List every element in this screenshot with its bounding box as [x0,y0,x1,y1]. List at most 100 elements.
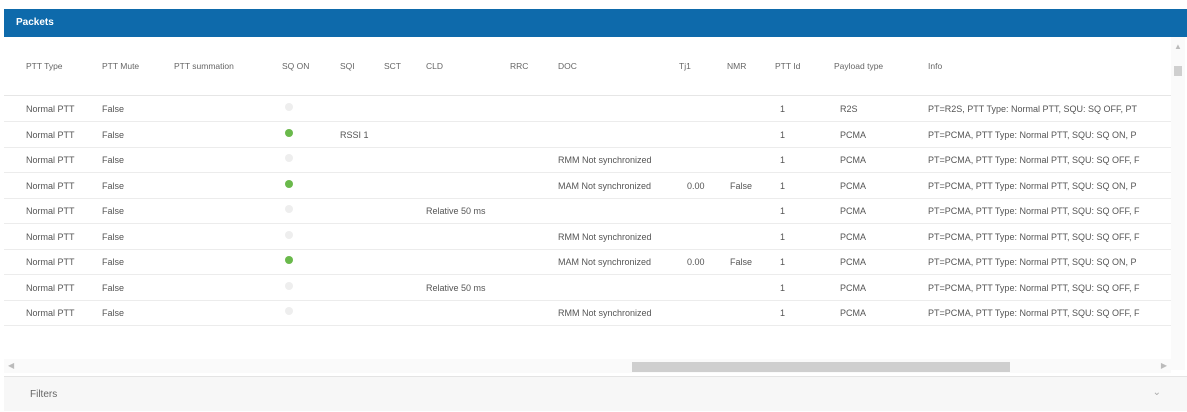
cell-payload-type: PCMA [840,180,867,191]
col-header-sqi[interactable]: SQI [340,61,355,71]
col-header-sct[interactable]: SCT [384,61,401,71]
sq-on-indicator-icon [285,179,293,188]
cell-doc: RMM Not synchronized [558,155,652,165]
cell-tj1: 0.00 [687,257,705,267]
col-header-ptt-summation[interactable]: PTT summation [174,61,234,71]
cell-info: PT=R2S, PTT Type: Normal PTT, SQU: SQ OF… [928,104,1137,114]
table-row[interactable]: Normal PTT False 1 R2S PT=R2S, PTT Type: Nor… [4,96,1174,122]
cell-ptt-id: 1 [780,180,786,191]
cell-info: PT=PCMA, PTT Type: Normal PTT, SQU: SQ O… [928,257,1137,267]
chevron-right-icon[interactable]: ▶ [1161,361,1167,370]
cell-payload-type: PCMA [840,308,867,318]
cell-tj1: 0.00 [687,180,705,191]
cell-ptt-mute: False [102,206,125,216]
col-header-payload-type[interactable]: Payload type [834,61,883,71]
cell-ptt-id: 1 [780,206,786,216]
sq-off-indicator-icon [285,205,293,213]
cell-ptt-type: Normal PTT [26,257,75,267]
cell-nmr: False [730,257,753,267]
packets-panel-header: Packets [4,9,1187,37]
col-header-doc[interactable]: DOC [558,61,577,71]
cell-ptt-id: 1 [780,257,786,267]
col-header-rrc[interactable]: RRC [510,61,528,71]
sq-off-indicator-icon [285,230,293,239]
cell-ptt-type: Normal PTT [26,155,75,165]
horizontal-scroll-thumb[interactable] [632,362,1010,372]
cell-ptt-id: 1 [780,129,786,140]
cell-info: PT=PCMA, PTT Type: Normal PTT, SQU: SQ O… [928,231,1140,242]
packets-table: PTT Type PTT Mute PTT summation SQ ON SQ… [4,37,1187,370]
chevron-left-icon[interactable]: ◀ [8,361,14,370]
table-row[interactable]: Normal PTT False Relative 50 ms 1 PCMA PT=PCM… [4,275,1174,301]
sq-off-indicator-icon [285,103,293,111]
cell-payload-type: PCMA [840,155,867,165]
table-row[interactable]: Normal PTT False Relative 50 ms 1 PCMA PT=PCM… [4,198,1174,224]
cell-doc: RMM Not synchronized [558,308,652,318]
horizontal-scrollbar[interactable]: ◀ ▶ [4,359,1171,373]
cell-ptt-mute: False [102,257,125,267]
cell-ptt-mute: False [102,231,125,242]
sq-off-indicator-icon [285,281,293,290]
chevron-down-icon[interactable]: ⌄ [1153,387,1161,398]
cell-ptt-id: 1 [780,155,786,165]
cell-info: PT=PCMA, PTT Type: Normal PTT, SQU: SQ O… [928,308,1140,318]
filters-label: Filters [30,389,58,400]
cell-ptt-id: 1 [780,231,786,242]
col-header-ptt-mute[interactable]: PTT Mute [102,61,139,71]
cell-payload-type: PCMA [840,129,867,140]
sq-off-indicator-icon [285,307,293,315]
col-header-cld[interactable]: CLD [426,61,443,71]
cell-ptt-mute: False [102,180,125,191]
cell-payload-type: PCMA [840,231,867,242]
cell-ptt-type: Normal PTT [26,129,75,140]
cell-ptt-type: Normal PTT [26,282,75,293]
table-row[interactable]: Normal PTT False MAM Not synchronized 0.00 F… [4,173,1174,199]
cell-payload-type: PCMA [840,282,867,293]
scroll-up-icon[interactable]: ▲ [1174,42,1182,51]
cell-info: PT=PCMA, PTT Type: Normal PTT, SQU: SQ O… [928,155,1140,165]
table-row[interactable]: Normal PTT False RMM Not synchronized 1 PCMA… [4,300,1174,326]
sq-on-indicator-icon [285,128,293,137]
cell-cld: Relative 50 ms [426,206,486,216]
cell-ptt-type: Normal PTT [26,231,75,242]
cell-ptt-id: 1 [780,308,786,318]
table-row[interactable]: Normal PTT False MAM Not synchronized 0.00 F… [4,249,1174,275]
table-row[interactable]: Normal PTT False RMM Not synchronized 1 PCMA… [4,224,1174,250]
table-row[interactable]: Normal PTT False RMM Not synchronized 1 PCMA… [4,147,1174,173]
cell-ptt-id: 1 [780,104,786,114]
cell-ptt-mute: False [102,308,125,318]
col-header-sq-on[interactable]: SQ ON [282,61,309,71]
cell-payload-type: R2S [840,104,858,114]
col-header-tj1[interactable]: Tj1 [679,61,691,71]
col-header-ptt-id[interactable]: PTT Id [775,61,800,71]
panel-title: Packets [16,17,54,28]
cell-ptt-mute: False [102,155,125,165]
sq-on-indicator-icon [285,256,293,264]
cell-ptt-type: Normal PTT [26,308,75,318]
cell-ptt-type: Normal PTT [26,206,75,216]
col-header-ptt-type[interactable]: PTT Type [26,61,63,71]
cell-nmr: False [730,180,753,191]
vertical-scrollbar[interactable]: ▲ [1171,37,1185,370]
cell-doc: MAM Not synchronized [558,257,652,267]
cell-payload-type: PCMA [840,257,867,267]
cell-ptt-type: Normal PTT [26,104,75,114]
sq-off-indicator-icon [285,154,293,162]
cell-info: PT=PCMA, PTT Type: Normal PTT, SQU: SQ O… [928,129,1137,140]
filters-panel[interactable]: Filters ⌄ [4,376,1187,411]
vertical-scroll-thumb[interactable] [1174,66,1182,76]
cell-ptt-type: Normal PTT [26,180,75,191]
cell-info: PT=PCMA, PTT Type: Normal PTT, SQU: SQ O… [928,180,1137,191]
cell-ptt-mute: False [102,282,125,293]
cell-ptt-mute: False [102,129,125,140]
cell-ptt-mute: False [102,104,125,114]
cell-doc: MAM Not synchronized [558,180,652,191]
col-header-info[interactable]: Info [928,61,942,71]
table-header-row: PTT Type PTT Mute PTT summation SQ ON SQ… [4,37,1174,96]
col-header-nmr[interactable]: NMR [727,61,746,71]
cell-doc: RMM Not synchronized [558,231,652,242]
table-row[interactable]: Normal PTT False RSSI 1 1 PCMA PT=PCMA, PTT T… [4,122,1174,148]
cell-info: PT=PCMA, PTT Type: Normal PTT, SQU: SQ O… [928,282,1140,293]
cell-payload-type: PCMA [840,206,867,216]
cell-ptt-id: 1 [780,282,786,293]
